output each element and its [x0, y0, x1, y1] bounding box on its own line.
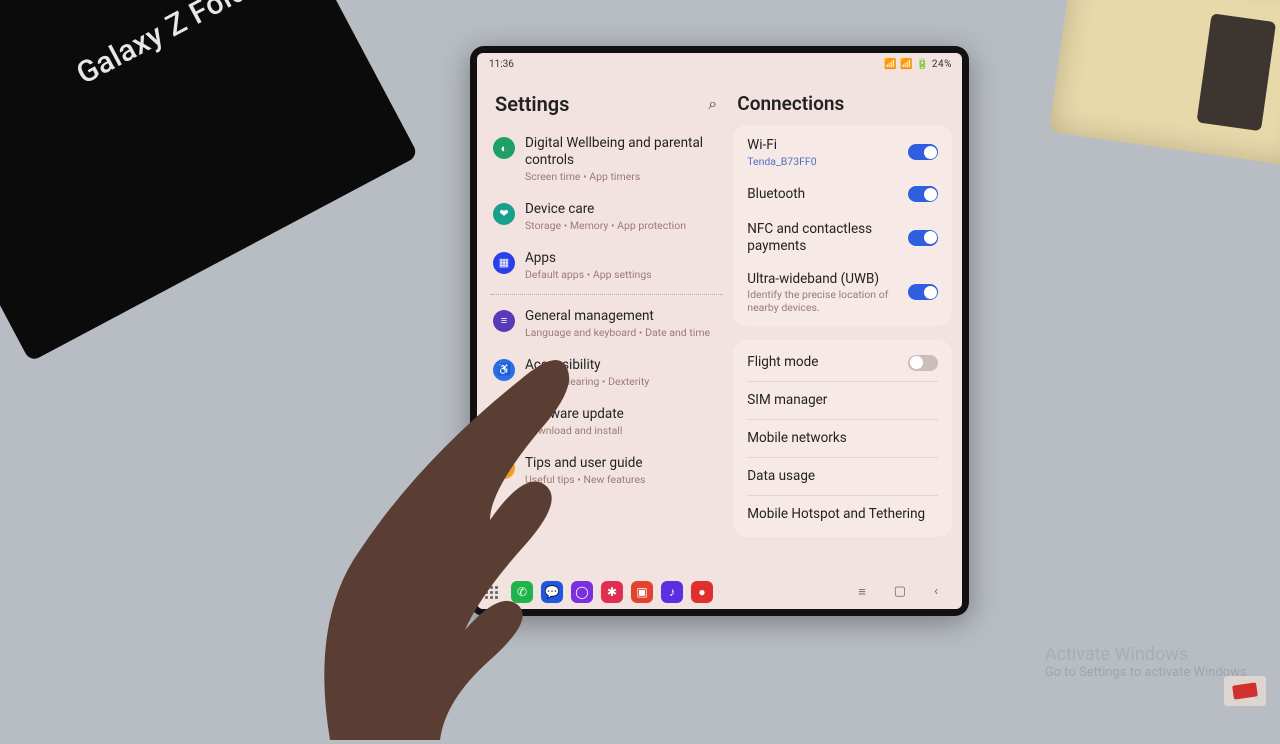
search-icon[interactable]: ⌕ [708, 94, 717, 114]
status-time: 11:36 [489, 59, 514, 70]
status-battery: 📶 📶 🔋 24% [884, 59, 952, 70]
wifi-row[interactable]: Wi-Fi Tenda_B73FF0 [733, 129, 952, 176]
settings-item-icon: ♿ [493, 359, 515, 381]
settings-item-sub: Vision • Hearing • Dexterity [525, 375, 649, 388]
connections-row-label: Data usage [747, 468, 930, 485]
taskbar-app-icon[interactable]: ◯ [571, 581, 593, 603]
flight-mode-row[interactable]: Flight mode [733, 344, 952, 381]
tablet-device: 11:36 📶 📶 🔋 24% Settings ⌕ ◐ Digital Wel… [470, 46, 969, 616]
connections-row-label: Mobile networks [747, 430, 930, 447]
settings-item-title: Digital Wellbeing and parental controls [525, 135, 721, 169]
uwb-sub: Identify the precise location of nearby … [747, 288, 900, 314]
connections-card-toggles: Wi-Fi Tenda_B73FF0 Bluetooth NFC a [733, 125, 952, 326]
taskbar-app-icon[interactable]: ✆ [511, 581, 533, 603]
taskbar-app-icon[interactable]: ▣ [631, 581, 653, 603]
settings-item[interactable]: ♿ Accessibility Vision • Hearing • Dexte… [491, 348, 723, 397]
product-box: Galaxy Z Fold6 [0, 0, 419, 362]
nav-home-icon[interactable]: ▢ [894, 584, 906, 600]
bluetooth-toggle[interactable] [908, 186, 938, 202]
product-box-label: Galaxy Z Fold6 [71, 0, 268, 91]
settings-item-sub: Download and install [525, 424, 624, 437]
settings-item-icon: ≡ [493, 310, 515, 332]
nfc-toggle[interactable] [908, 230, 938, 246]
settings-item-icon: ! [493, 457, 515, 479]
settings-item-icon: ◐ [493, 137, 515, 159]
connections-row[interactable]: Mobile networks [733, 420, 952, 457]
flight-mode-toggle[interactable] [908, 355, 938, 371]
settings-item-title: Software update [525, 406, 624, 423]
taskbar: ✆ 💬 ◯ ✱ ▣ ♪ ● ≡ ▢ ‹ [477, 575, 962, 609]
taskbar-app-icon[interactable]: ✱ [601, 581, 623, 603]
bluetooth-row[interactable]: Bluetooth [733, 176, 952, 213]
uwb-label: Ultra-wideband (UWB) [747, 271, 900, 288]
taskbar-apps: ✆ 💬 ◯ ✱ ▣ ♪ ● [511, 581, 713, 603]
settings-item-title: Device care [525, 201, 686, 218]
bluetooth-label: Bluetooth [747, 186, 900, 203]
taskbar-app-icon[interactable]: ● [691, 581, 713, 603]
settings-item[interactable]: ≡ General management Language and keyboa… [491, 299, 723, 348]
nfc-row[interactable]: NFC and contactless payments [733, 213, 952, 263]
settings-item-title: Apps [525, 250, 652, 267]
settings-pane: Settings ⌕ ◐ Digital Wellbeing and paren… [477, 72, 727, 575]
wifi-label: Wi-Fi [747, 137, 900, 154]
settings-item-sub: Storage • Memory • App protection [525, 219, 686, 232]
taskbar-app-icon[interactable]: 💬 [541, 581, 563, 603]
connections-title: Connections [737, 92, 844, 115]
settings-item-sub: Language and keyboard • Date and time [525, 326, 710, 339]
app-drawer-icon[interactable] [485, 586, 501, 599]
nfc-label: NFC and contactless payments [747, 221, 900, 255]
wooden-block [1049, 0, 1280, 167]
settings-item[interactable]: ❤ Device care Storage • Memory • App pro… [491, 192, 723, 241]
settings-item[interactable]: ▦ Apps Default apps • App settings [491, 241, 723, 290]
settings-item-icon: ❤ [493, 203, 515, 225]
status-bar: 11:36 📶 📶 🔋 24% [477, 53, 962, 72]
uwb-toggle[interactable] [908, 284, 938, 300]
connections-row-label: Mobile Hotspot and Tethering [747, 506, 930, 523]
settings-item[interactable]: ! Tips and user guide Useful tips • New … [491, 446, 723, 495]
connections-row[interactable]: Data usage [733, 458, 952, 495]
settings-item-title: Tips and user guide [525, 455, 645, 472]
connections-card-more: Flight mode SIM manager Mobile networks Da… [733, 340, 952, 536]
connections-row[interactable]: SIM manager [733, 382, 952, 419]
settings-item[interactable]: ⬇ Software update Download and install [491, 397, 723, 446]
wifi-toggle[interactable] [908, 144, 938, 160]
settings-item[interactable]: ◐ Digital Wellbeing and parental control… [491, 126, 723, 192]
settings-item-sub: Screen time • App timers [525, 170, 721, 183]
activate-windows-watermark: Activate Windows Go to Settings to activ… [1045, 644, 1250, 680]
nav-back-icon[interactable]: ‹ [934, 584, 938, 600]
settings-title: Settings [495, 92, 569, 116]
connections-row-label: SIM manager [747, 392, 930, 409]
corner-logo [1224, 676, 1266, 706]
settings-item-icon: ⬇ [493, 408, 515, 430]
settings-item-sub: Useful tips • New features [525, 473, 645, 486]
settings-item-icon: ▦ [493, 252, 515, 274]
settings-item-sub: Default apps • App settings [525, 268, 652, 281]
uwb-row[interactable]: Ultra-wideband (UWB) Identify the precis… [733, 263, 952, 323]
settings-item-title: General management [525, 308, 710, 325]
nav-recents-icon[interactable]: ≡ [858, 584, 866, 600]
connections-pane: Connections Wi-Fi Tenda_B73FF0 Bluetooth [727, 72, 962, 575]
tablet-screen: 11:36 📶 📶 🔋 24% Settings ⌕ ◐ Digital Wel… [477, 53, 962, 609]
settings-item-title: Accessibility [525, 357, 649, 374]
wifi-sub: Tenda_B73FF0 [747, 155, 900, 168]
connections-row[interactable]: Mobile Hotspot and Tethering [733, 496, 952, 533]
taskbar-app-icon[interactable]: ♪ [661, 581, 683, 603]
settings-list: ◐ Digital Wellbeing and parental control… [491, 126, 723, 575]
flight-mode-label: Flight mode [747, 354, 900, 371]
